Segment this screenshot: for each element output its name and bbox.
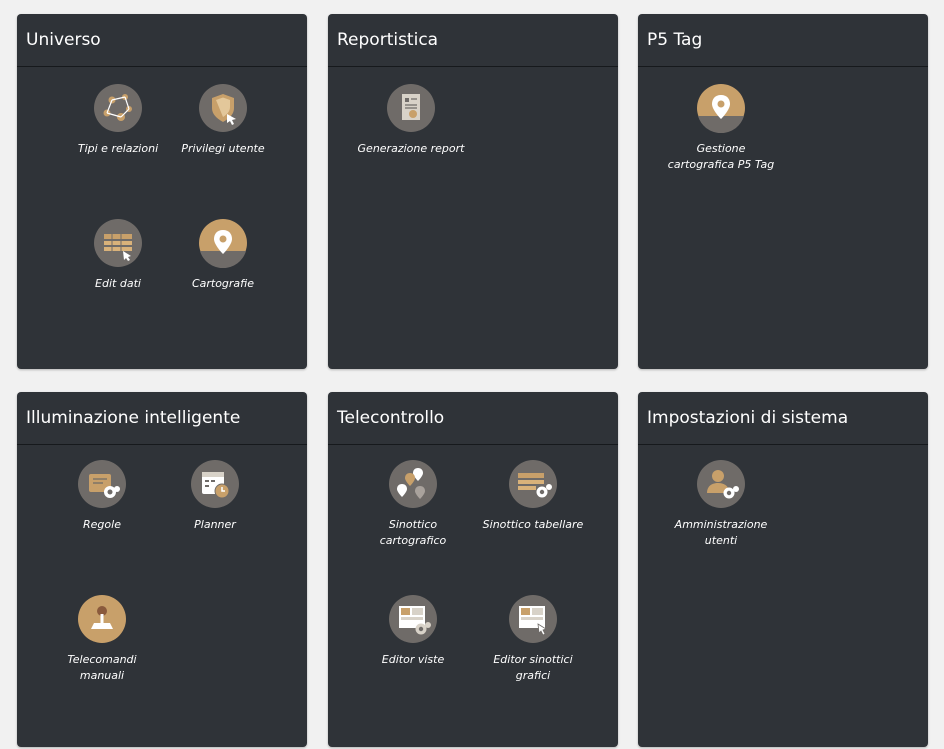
table-edit-icon bbox=[93, 218, 143, 268]
layout-gear-icon bbox=[388, 594, 438, 644]
table-gear-icon bbox=[508, 459, 558, 509]
panel-title: Universo bbox=[17, 14, 307, 67]
panel-reportistica: Reportistica Generazione report bbox=[328, 14, 618, 369]
panel-impostazioni-sistema: Impostazioni di sistema Amministrazione … bbox=[638, 392, 928, 747]
tile-generazione-report[interactable]: Generazione report bbox=[351, 83, 471, 157]
tile-label: Gestione cartografica P5 Tag bbox=[667, 142, 775, 171]
tile-label: Tipi e relazioni bbox=[77, 142, 159, 155]
tile-label: Editor viste bbox=[381, 653, 445, 666]
tile-label: Telecomandi manuali bbox=[67, 653, 137, 682]
report-icon bbox=[386, 83, 436, 133]
tile-privilegi-utente[interactable]: Privilegi utente bbox=[163, 83, 283, 157]
tile-editor-sinottici-grafici[interactable]: Editor sinottici grafici bbox=[473, 594, 593, 684]
joystick-icon bbox=[77, 594, 127, 644]
tile-sinottico-cartografico[interactable]: Sinottico cartografico bbox=[353, 459, 473, 549]
tile-telecomandi-manuali[interactable]: Telecomandi manuali bbox=[42, 594, 162, 684]
calendar-clock-icon bbox=[190, 459, 240, 509]
tile-sinottico-tabellare[interactable]: Sinottico tabellare bbox=[473, 459, 593, 533]
tile-label: Editor sinottici grafici bbox=[493, 653, 573, 682]
panel-title: P5 Tag bbox=[638, 14, 928, 67]
panel-title: Impostazioni di sistema bbox=[638, 392, 928, 445]
shield-pointer-icon bbox=[198, 83, 248, 133]
tile-cartografie[interactable]: Cartografie bbox=[163, 218, 283, 292]
tile-editor-viste[interactable]: Editor viste bbox=[353, 594, 473, 668]
tile-planner[interactable]: Planner bbox=[155, 459, 275, 533]
users-gear-icon bbox=[696, 459, 746, 509]
tile-tipi-relazioni[interactable]: Tipi e relazioni bbox=[58, 83, 178, 157]
tile-label: Sinottico tabellare bbox=[482, 518, 584, 531]
panel-title: Reportistica bbox=[328, 14, 618, 67]
layout-edit-icon bbox=[508, 594, 558, 644]
network-icon bbox=[93, 83, 143, 133]
map-pin-icon bbox=[696, 83, 746, 133]
map-pin-icon bbox=[198, 218, 248, 268]
tile-label: Regole bbox=[83, 518, 121, 531]
tile-label: Cartografie bbox=[191, 277, 255, 290]
panel-title: Telecontrollo bbox=[328, 392, 618, 445]
panel-universo: Universo Tipi e relazioni Privilegi uten… bbox=[17, 14, 307, 369]
tile-amministrazione-utenti[interactable]: Amministrazione utenti bbox=[661, 459, 781, 549]
panel-p5-tag: P5 Tag Gestione cartografica P5 Tag bbox=[638, 14, 928, 369]
panel-title: Illuminazione intelligente bbox=[17, 392, 307, 445]
tile-label: Generazione report bbox=[357, 142, 465, 155]
tile-edit-dati[interactable]: Edit dati bbox=[58, 218, 178, 292]
tile-regole[interactable]: Regole bbox=[42, 459, 162, 533]
tile-gestione-cartografica[interactable]: Gestione cartografica P5 Tag bbox=[661, 83, 781, 173]
tile-label: Planner bbox=[194, 518, 236, 531]
tile-label: Amministrazione utenti bbox=[674, 518, 768, 547]
multi-pin-icon bbox=[388, 459, 438, 509]
tile-label: Edit dati bbox=[95, 277, 141, 290]
panel-telecontrollo: Telecontrollo Sinottico cartografico Sin… bbox=[328, 392, 618, 747]
rules-gear-icon bbox=[77, 459, 127, 509]
tile-label: Sinottico cartografico bbox=[379, 518, 447, 547]
tile-label: Privilegi utente bbox=[181, 142, 265, 155]
panel-illuminazione-intelligente: Illuminazione intelligente Regole Planne… bbox=[17, 392, 307, 747]
